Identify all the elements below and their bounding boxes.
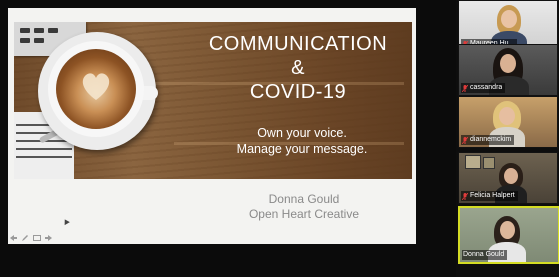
- wall-picture: [483, 157, 495, 169]
- muted-mic-icon: [462, 84, 468, 92]
- presenter-company: Open Heart Creative: [248, 207, 360, 221]
- slide-title: COMMUNICATION & COVID-19: [182, 32, 412, 104]
- slide-toolbar: [8, 233, 53, 243]
- participant-name: diannemckim: [470, 136, 512, 143]
- tagline-line: Manage your message.: [236, 142, 368, 156]
- muted-mic-icon: [462, 192, 468, 200]
- shared-slide: COMMUNICATION & COVID-19 Own your voice.…: [8, 8, 416, 244]
- tagline-line: Own your voice.: [257, 126, 347, 140]
- coffee-banner-image: COMMUNICATION & COVID-19 Own your voice.…: [14, 22, 412, 179]
- next-icon[interactable]: [44, 234, 53, 242]
- presenter-credit: Donna Gould Open Heart Creative: [224, 192, 384, 222]
- participant-name: Felicia Halpert: [470, 192, 515, 199]
- slide-title-line: &: [291, 57, 305, 79]
- participant-nameplate: diannemckim: [461, 135, 515, 145]
- participant-name: Donna Gould: [463, 251, 505, 258]
- pen-icon[interactable]: [20, 234, 29, 242]
- muted-mic-icon: [462, 136, 468, 144]
- slide-tagline: Own your voice. Manage your message.: [194, 125, 410, 157]
- slide-title-line: COVID-19: [249, 81, 347, 103]
- participant-tile[interactable]: Felicia Halpert: [458, 152, 558, 204]
- mouse-cursor-icon: [62, 217, 70, 226]
- slides-icon[interactable]: [32, 234, 41, 242]
- participant-gallery: Maureen Hu... cassandra: [456, 0, 559, 277]
- participant-nameplate: Donna Gould: [462, 250, 508, 260]
- wall-picture: [465, 155, 481, 169]
- presenter-name: Donna Gould: [268, 192, 340, 206]
- participant-name: cassandra: [470, 84, 503, 91]
- participant-tile[interactable]: diannemckim: [458, 96, 558, 148]
- meeting-window: COMMUNICATION & COVID-19 Own your voice.…: [0, 0, 559, 277]
- active-speaker-tile[interactable]: Donna Gould: [458, 206, 559, 264]
- latte-art-heart-icon: [82, 73, 110, 100]
- arrow-icon[interactable]: [8, 234, 17, 242]
- participant-nameplate: cassandra: [461, 83, 506, 93]
- participant-tile[interactable]: cassandra: [458, 44, 558, 96]
- slide-title-line: COMMUNICATION: [208, 33, 388, 55]
- participant-nameplate: Felicia Halpert: [461, 191, 518, 201]
